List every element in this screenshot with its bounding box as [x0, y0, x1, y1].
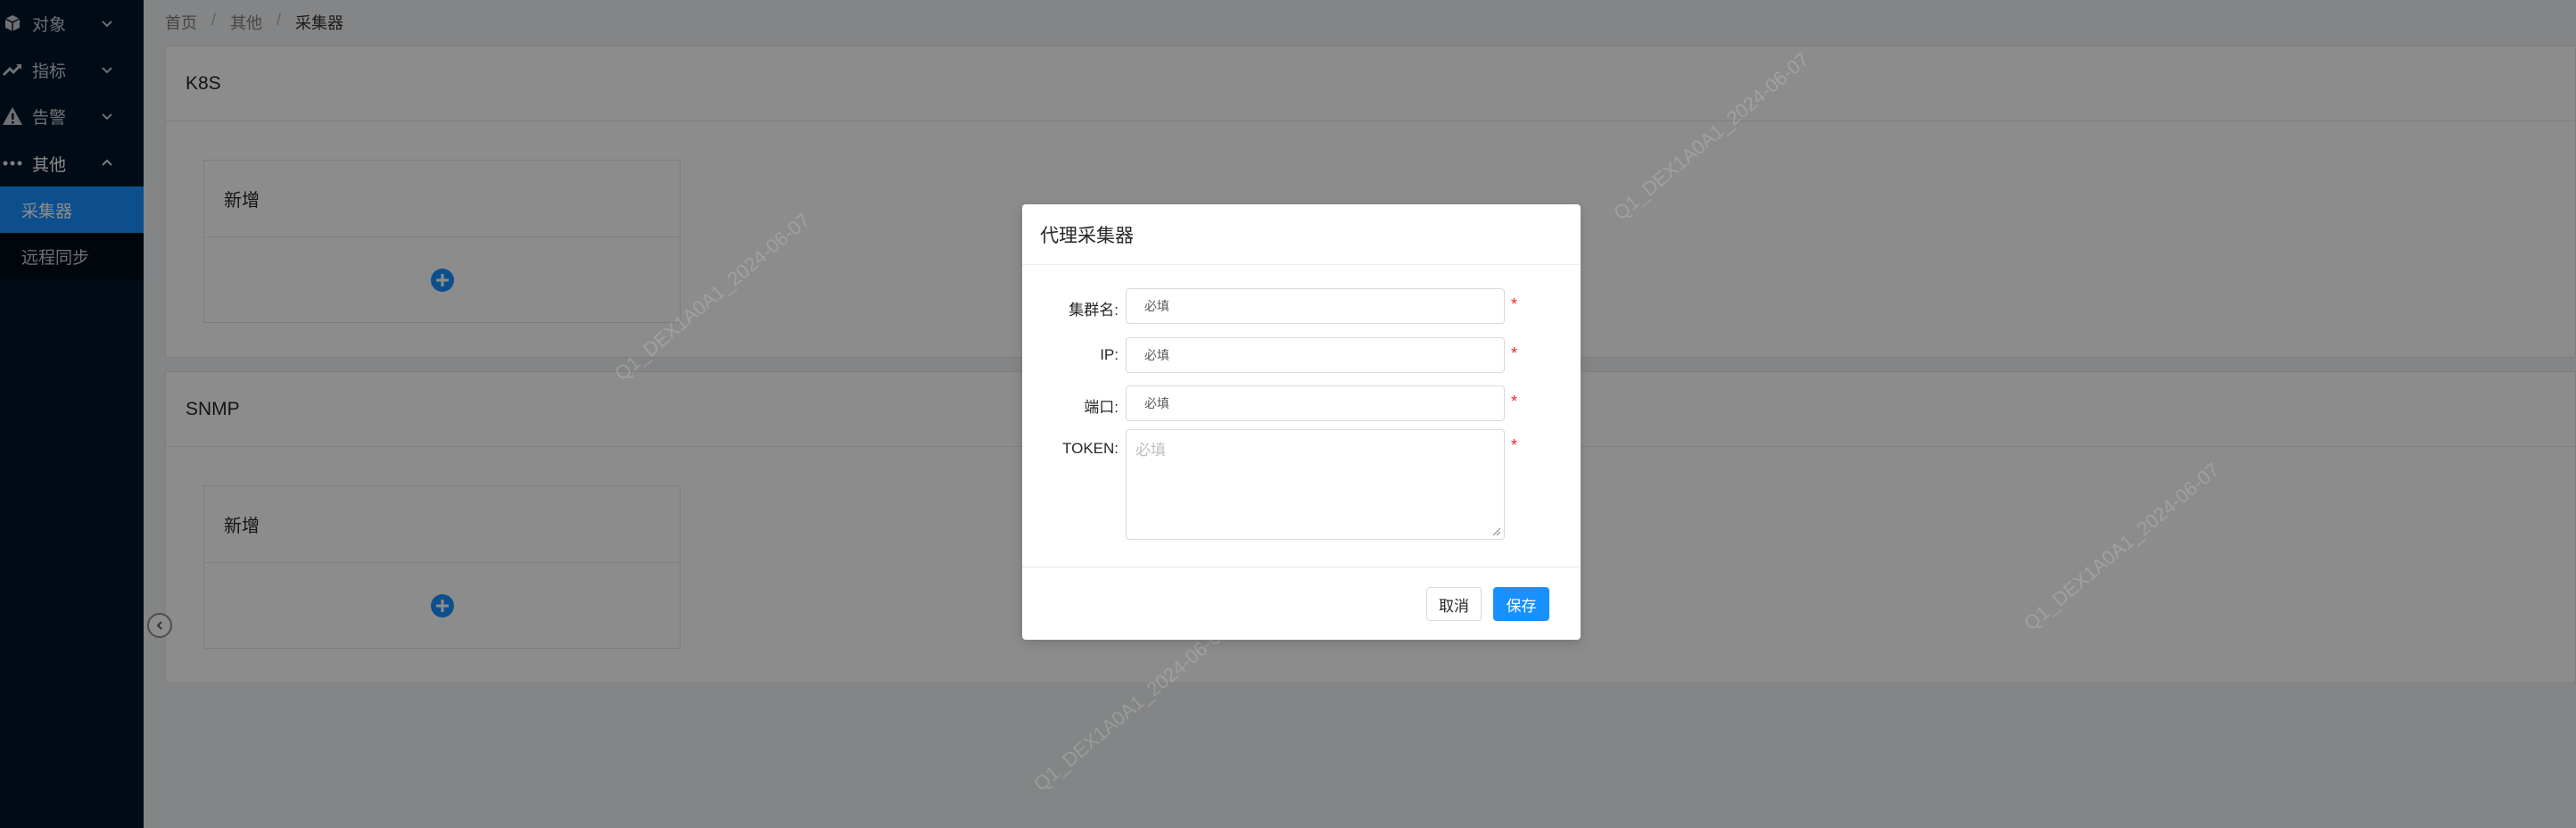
- required-mark: *: [1511, 436, 1518, 454]
- resize-grip-icon[interactable]: [1492, 527, 1501, 536]
- token-textarea[interactable]: 必填: [1126, 429, 1505, 540]
- proxy-collector-modal: 代理采集器 集群名: 必填 * IP: 必填 * 端口: 必填 * TOKEN:…: [1022, 204, 1581, 640]
- form-row-token: TOKEN: 必填 *: [1022, 429, 1581, 540]
- watermark: Q1_DEX1A0A1_2024-06-07: [2019, 458, 2224, 635]
- form-row-port: 端口: 必填 *: [1022, 385, 1581, 421]
- watermark: Q1_DEX1A0A1_2024-06-07: [1609, 47, 1813, 225]
- watermark: Q1_DEX1A0A1_2024-06-07: [1029, 618, 1234, 796]
- required-mark: *: [1511, 393, 1518, 410]
- save-button[interactable]: 保存: [1493, 587, 1549, 621]
- modal-footer: 取消 保存: [1022, 567, 1581, 640]
- port-label: 端口:: [1084, 399, 1119, 416]
- required-mark: *: [1511, 344, 1518, 362]
- required-mark: *: [1511, 295, 1518, 313]
- ip-input[interactable]: 必填: [1126, 337, 1505, 373]
- cluster-name-label: 集群名:: [1069, 302, 1119, 319]
- form-row-ip: IP: 必填 *: [1022, 337, 1581, 373]
- form-row-cluster: 集群名: 必填 *: [1022, 288, 1581, 324]
- modal-title: 代理采集器: [1022, 204, 1581, 265]
- ip-label: IP:: [1100, 346, 1119, 363]
- cluster-name-input[interactable]: 必填: [1126, 288, 1505, 324]
- token-label: TOKEN:: [1062, 440, 1119, 457]
- cancel-button[interactable]: 取消: [1426, 587, 1482, 621]
- token-placeholder: 必填: [1135, 442, 1166, 459]
- port-input[interactable]: 必填: [1126, 385, 1505, 421]
- watermark: Q1_DEX1A0A1_2024-06-07: [610, 208, 814, 385]
